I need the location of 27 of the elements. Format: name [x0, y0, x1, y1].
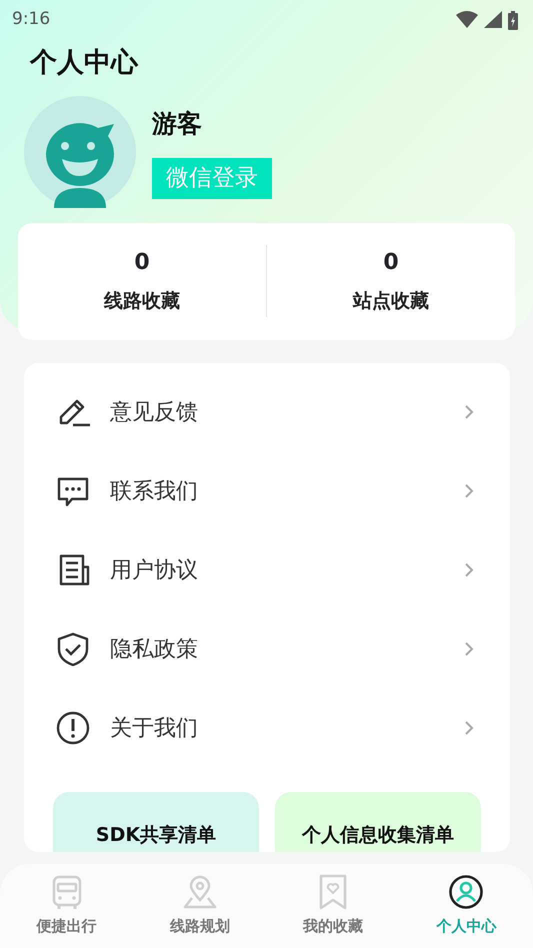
shield-check-icon	[56, 632, 90, 666]
chevron-right-icon	[464, 562, 474, 578]
user-name: 游客	[152, 108, 203, 140]
menu-item[interactable]: 关于我们	[24, 688, 510, 768]
stat-value: 0	[383, 249, 399, 278]
stat-value: 0	[134, 249, 150, 278]
battery-icon	[507, 10, 519, 30]
list-button[interactable]: SDK共享清单	[53, 792, 259, 852]
status-time: 9:16	[12, 8, 50, 31]
exclamation-circle-icon	[56, 711, 90, 745]
menu-item[interactable]: 联系我们	[24, 452, 510, 530]
tab-item[interactable]: 便捷出行	[0, 864, 134, 948]
signal-icon	[483, 10, 503, 30]
menu-item[interactable]: 用户协议	[24, 530, 510, 610]
list-button[interactable]: 个人信息收集清单	[275, 792, 481, 852]
chevron-right-icon	[464, 641, 474, 657]
tab-item[interactable]: 线路规划	[133, 864, 266, 948]
stat-label: 站点收藏	[353, 289, 429, 314]
menu-item[interactable]: 隐私政策	[24, 610, 510, 688]
wifi-icon	[455, 10, 479, 30]
chevron-right-icon	[464, 404, 474, 420]
tab-item[interactable]: 我的收藏	[266, 864, 400, 948]
chevron-right-icon	[464, 720, 474, 736]
page-title: 个人中心	[28, 46, 140, 80]
chevron-right-icon	[464, 483, 474, 499]
stat-label: 线路收藏	[104, 289, 180, 314]
menu-item[interactable]: 意见反馈	[24, 372, 510, 452]
